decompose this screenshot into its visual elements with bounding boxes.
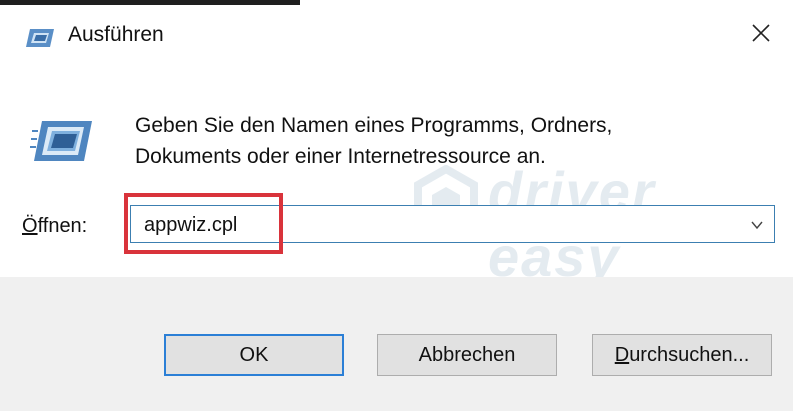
- highlight-box: [124, 193, 283, 254]
- dialog-content: Geben Sie den Namen eines Programms, Ord…: [0, 73, 793, 288]
- instruction-text: Geben Sie den Namen eines Programms, Ord…: [135, 110, 755, 172]
- open-label: Öffnen:: [22, 215, 87, 238]
- window-title: Ausführen: [68, 23, 164, 46]
- run-icon: [24, 27, 56, 49]
- open-label-accesskey: Ö: [22, 215, 38, 237]
- close-icon: [751, 23, 771, 48]
- ok-button[interactable]: OK: [164, 334, 344, 376]
- close-button[interactable]: [729, 5, 793, 65]
- instruction-line-1: Geben Sie den Namen eines Programms, Ord…: [135, 114, 613, 137]
- run-icon: [30, 117, 94, 165]
- button-bar: OK Abbrechen Durchsuchen...: [0, 277, 793, 411]
- cancel-button[interactable]: Abbrechen: [377, 334, 557, 376]
- browse-button[interactable]: Durchsuchen...: [592, 334, 772, 376]
- run-dialog: Ausführen Geben Sie den Namen eines Prog…: [0, 0, 793, 411]
- ok-button-label: OK: [239, 343, 269, 366]
- instruction-line-2: Dokuments oder einer Internetressource a…: [135, 145, 546, 168]
- open-label-rest: ffnen:: [37, 215, 88, 237]
- cancel-button-label: Abbrechen: [418, 343, 516, 366]
- chevron-down-icon[interactable]: [750, 218, 764, 232]
- browse-button-label: urchsuchen...: [629, 343, 750, 366]
- title-bar[interactable]: Ausführen: [0, 5, 793, 73]
- browse-button-accesskey: D: [614, 343, 630, 366]
